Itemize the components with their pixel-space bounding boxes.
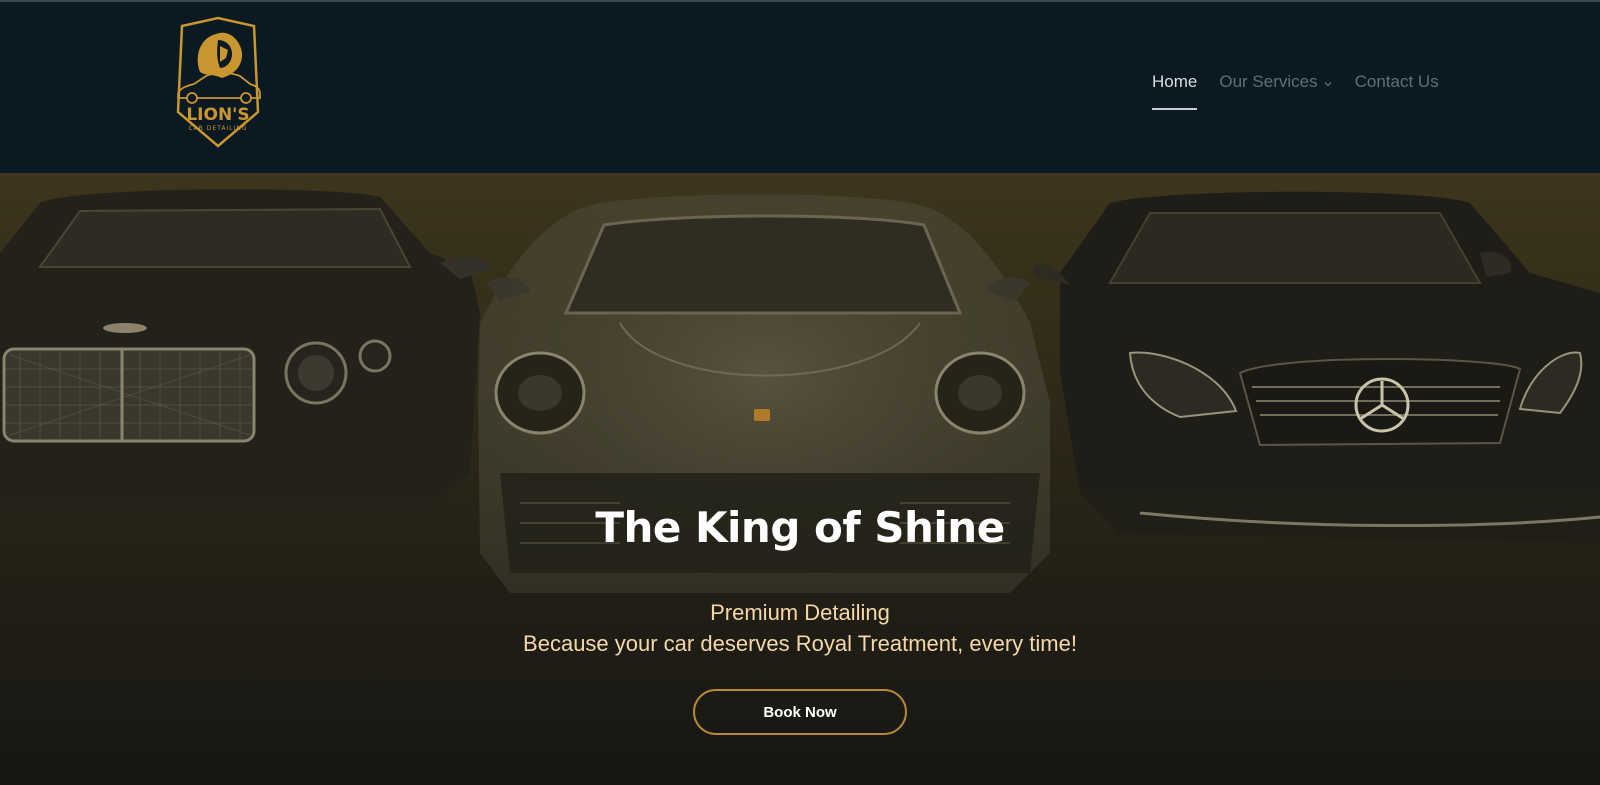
logo-tagline-text: CAR DETAILING <box>188 125 247 132</box>
chevron-down-icon <box>1324 82 1332 87</box>
hero-tagline: Because your car deserves Royal Treatmen… <box>523 631 1077 656</box>
logo-name-text: LION'S <box>186 105 249 125</box>
nav-home[interactable]: Home <box>1152 72 1198 110</box>
hero-subtitle: Premium Detailing <box>710 600 890 625</box>
nav-contact-us[interactable]: Contact Us <box>1355 72 1439 110</box>
lion-car-shield-logo-icon: LION'S CAR DETAILING <box>176 16 261 148</box>
nav-home-label: Home <box>1152 72 1198 91</box>
left-car <box>0 189 492 514</box>
book-now-button[interactable]: Book Now <box>693 689 907 735</box>
nav-contact-label: Contact Us <box>1354 72 1439 91</box>
nav-services-label: Our Services <box>1219 72 1318 91</box>
site-header: LION'S CAR DETAILING Home Our Services C… <box>0 2 1600 173</box>
hero-title: The King of Shine <box>595 503 1005 552</box>
nav-our-services[interactable]: Our Services <box>1219 72 1332 110</box>
hero-section: The King of Shine Premium Detailing Beca… <box>0 173 1600 785</box>
brand-logo[interactable]: LION'S CAR DETAILING <box>170 16 266 150</box>
main-nav: Home Our Services Contact Us <box>1152 72 1439 112</box>
